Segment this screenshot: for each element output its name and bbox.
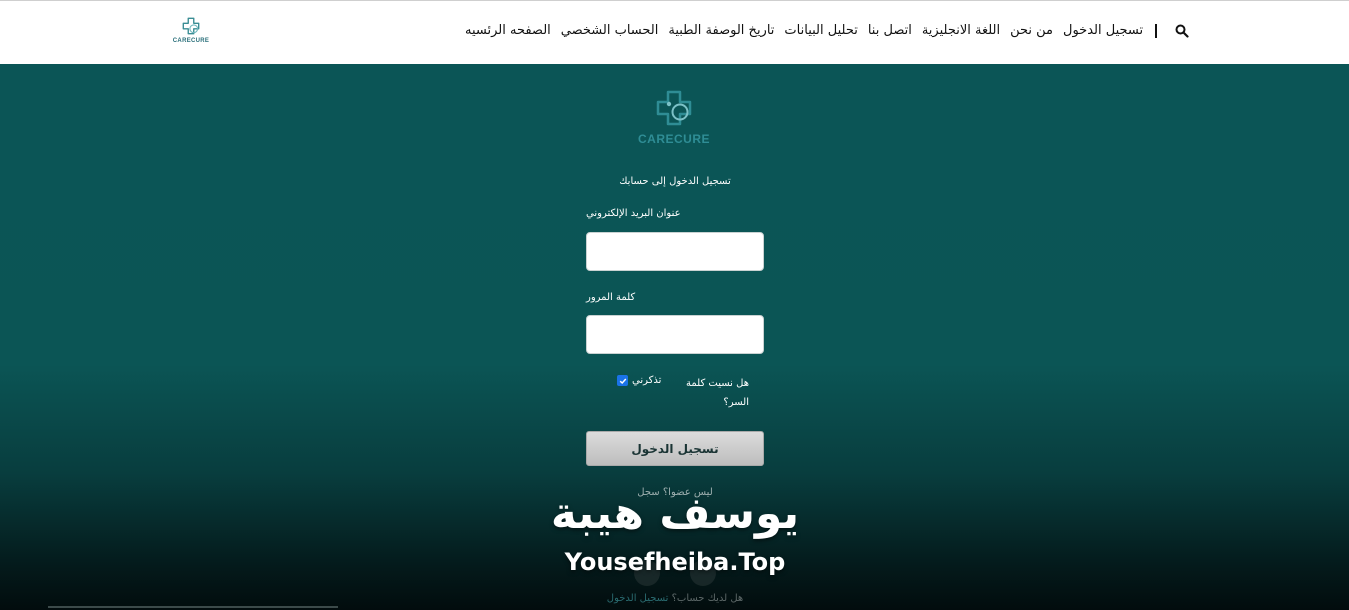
search-icon[interactable]: [1175, 24, 1189, 38]
top-navigation-bar: CARECURE الصفحه الرئسيه الحساب الشخصي تا…: [0, 0, 1349, 64]
remember-me[interactable]: تذكرني: [617, 375, 661, 386]
email-label: عنوان البريد الإلكتروني: [586, 208, 681, 219]
nav-item-english[interactable]: اللغة الانجليزية: [922, 23, 1000, 38]
remember-label: تذكرني: [632, 375, 662, 386]
cross-logo-icon: [182, 17, 200, 35]
remember-checkbox[interactable]: [617, 375, 628, 386]
nav-item-profile[interactable]: الحساب الشخصي: [561, 23, 659, 38]
brand-name-small: CARECURE: [172, 38, 210, 44]
watermark-arabic: يوسف هيبة: [550, 488, 800, 539]
login-button[interactable]: تسجيل الدخول: [586, 431, 764, 466]
brand-logo-large: CARECURE: [636, 86, 712, 148]
main-menu: الصفحه الرئسيه الحساب الشخصي تاريخ الوصف…: [465, 23, 1189, 38]
nav-item-login[interactable]: تسجيل الدخول: [1063, 23, 1143, 38]
forgot-password-link[interactable]: هل نسيت كلمة السر؟: [683, 374, 749, 412]
account-prompt-text: هل لديك حساب؟: [671, 593, 744, 604]
brand-logo-small[interactable]: CARECURE: [171, 15, 211, 49]
nav-separator: [1155, 23, 1158, 38]
nav-item-home[interactable]: الصفحه الرئسيه: [465, 23, 551, 38]
form-title: تسجيل الدخول إلى حسابك: [619, 176, 731, 187]
nav-item-contact[interactable]: اتصل بنا: [868, 23, 912, 38]
password-field[interactable]: [586, 315, 764, 354]
email-field[interactable]: [586, 232, 764, 271]
password-label: كلمة المرور: [586, 292, 636, 303]
bottom-divider: [48, 606, 338, 608]
nav-item-data-analysis[interactable]: تحليل البيانات: [784, 23, 857, 38]
account-prompt: هل لديك حساب؟ تسجيل الدخول: [560, 593, 790, 604]
watermark-latin: Yousefheiba.Top: [564, 548, 786, 576]
nav-item-about[interactable]: من نحن: [1010, 23, 1053, 38]
nav-item-prescription-history[interactable]: تاريخ الوصفة الطبية: [668, 23, 774, 38]
account-login-link[interactable]: تسجيل الدخول: [607, 593, 669, 604]
check-icon: [619, 378, 626, 384]
brand-name-large: CARECURE: [637, 132, 710, 146]
cross-logo-icon: [656, 90, 692, 126]
